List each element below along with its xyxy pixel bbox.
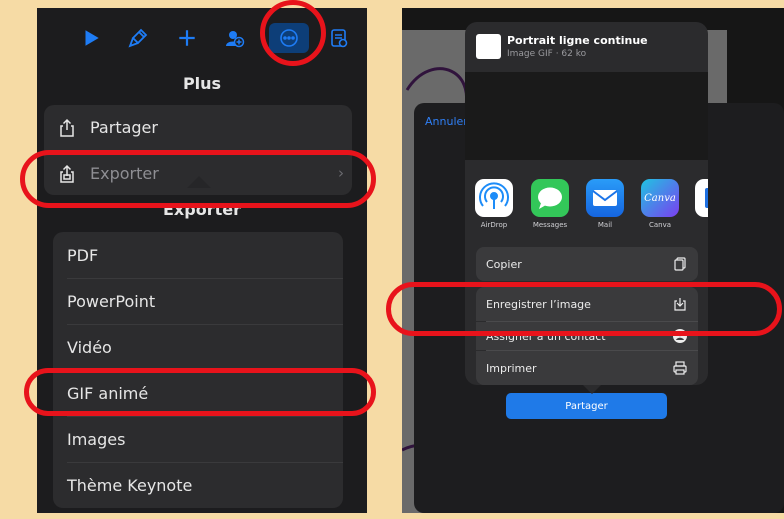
print-action[interactable]: Imprimer bbox=[476, 351, 698, 385]
app-label: O bbox=[687, 221, 708, 229]
app-mail[interactable]: Mail bbox=[578, 179, 632, 229]
assign-contact-action[interactable]: Assigner à un contact bbox=[476, 322, 698, 350]
collaborate-icon[interactable] bbox=[220, 24, 248, 52]
share-apps-row: AirDrop Messages Mail Canva Canva bbox=[465, 167, 708, 237]
share-menu-item[interactable]: Partager bbox=[44, 105, 352, 150]
chevron-right-icon: › bbox=[338, 164, 344, 182]
export-option-images[interactable]: Images bbox=[53, 416, 343, 462]
app-label: AirDrop bbox=[480, 221, 508, 229]
save-image-action[interactable]: Enregistrer l’image bbox=[476, 287, 698, 321]
mail-icon bbox=[586, 179, 624, 217]
share-screen: Annuler Partager Portrait ligne continue… bbox=[402, 8, 784, 513]
file-name: Portrait ligne continue bbox=[507, 34, 648, 47]
print-icon bbox=[673, 361, 687, 375]
messages-icon bbox=[531, 179, 569, 217]
action-label: Imprimer bbox=[486, 361, 537, 375]
save-download-icon bbox=[674, 298, 686, 311]
play-icon[interactable] bbox=[77, 24, 105, 52]
export-option-video[interactable]: Vidéo bbox=[53, 324, 343, 370]
app-messages[interactable]: Messages bbox=[523, 179, 577, 229]
file-meta: Image GIF · 62 ko bbox=[507, 49, 587, 59]
plus-icon[interactable] bbox=[173, 24, 201, 52]
share-button[interactable]: Partager bbox=[506, 393, 667, 419]
other-app-icon bbox=[695, 179, 708, 217]
export-menu-item[interactable]: Exporter › bbox=[44, 151, 352, 196]
cancel-button[interactable]: Annuler bbox=[425, 115, 468, 128]
copy-icon bbox=[674, 257, 686, 271]
export-title: Exporter bbox=[163, 200, 241, 219]
app-airdrop[interactable]: AirDrop bbox=[467, 179, 521, 229]
export-option-pdf[interactable]: PDF bbox=[53, 232, 343, 278]
app-canva[interactable]: Canva Canva bbox=[633, 179, 687, 229]
export-option-animated-gif[interactable]: GIF animé bbox=[53, 370, 343, 416]
app-other[interactable]: O bbox=[687, 179, 708, 229]
airdrop-icon bbox=[475, 179, 513, 217]
popover-caret bbox=[187, 176, 211, 188]
file-preview bbox=[465, 72, 708, 160]
canva-icon: Canva bbox=[641, 179, 679, 217]
action-label: Enregistrer l’image bbox=[486, 297, 591, 311]
share-label: Partager bbox=[90, 118, 158, 137]
export-option-powerpoint[interactable]: PowerPoint bbox=[53, 278, 343, 324]
document-format-icon[interactable] bbox=[325, 24, 353, 52]
paintbrush-icon[interactable] bbox=[124, 24, 152, 52]
file-thumbnail bbox=[476, 34, 501, 59]
action-label: Copier bbox=[486, 257, 522, 271]
contact-icon bbox=[673, 329, 687, 343]
export-options-list: PDF PowerPoint Vidéo GIF animé Images Th… bbox=[53, 232, 343, 508]
plus-title: Plus bbox=[182, 74, 222, 93]
export-label: Exporter bbox=[90, 164, 159, 183]
app-label: Mail bbox=[597, 221, 613, 229]
share-actions: Copier Enregistrer l’image Assigner à un… bbox=[476, 247, 698, 385]
copy-action[interactable]: Copier bbox=[476, 247, 698, 281]
canva-logo: Canva bbox=[644, 192, 676, 204]
app-label: Canva bbox=[648, 221, 672, 229]
app-label: Messages bbox=[532, 221, 568, 229]
share-sheet: Portrait ligne continue Image GIF · 62 k… bbox=[465, 22, 708, 385]
share-sheet-header: Portrait ligne continue Image GIF · 62 k… bbox=[465, 22, 708, 72]
export-icon bbox=[44, 164, 90, 184]
more-icon[interactable] bbox=[269, 23, 309, 53]
action-label: Assigner à un contact bbox=[486, 329, 606, 343]
toolbar bbox=[37, 8, 367, 66]
share-sheet-caret bbox=[583, 385, 601, 394]
export-option-keynote-theme[interactable]: Thème Keynote bbox=[53, 462, 343, 508]
share-icon bbox=[44, 118, 90, 138]
keynote-more-panel: Plus Partager Exporter › Exporter PDF Po… bbox=[37, 8, 367, 513]
